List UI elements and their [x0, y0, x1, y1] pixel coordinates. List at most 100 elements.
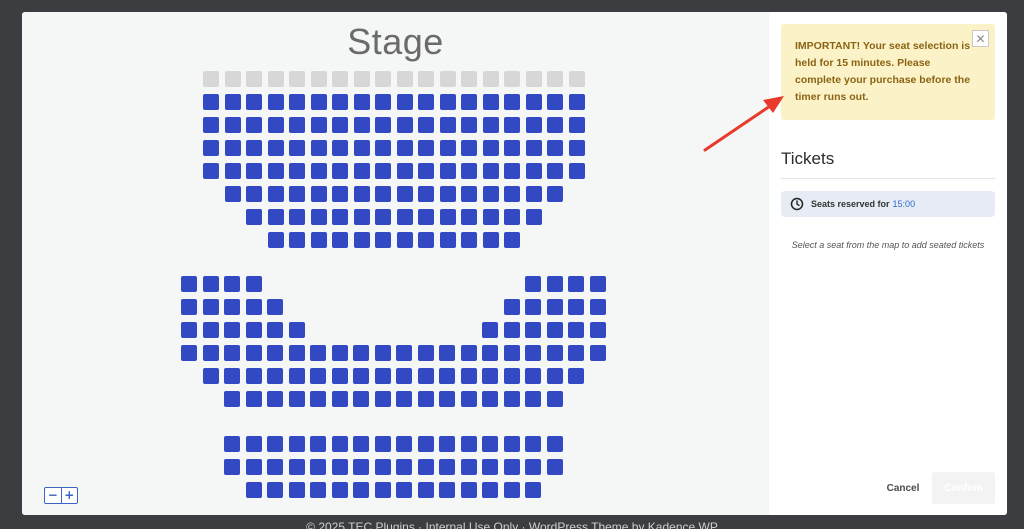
seat[interactable]: [246, 140, 262, 156]
seat[interactable]: [203, 140, 219, 156]
seat[interactable]: [224, 276, 240, 292]
seat[interactable]: [353, 482, 369, 498]
seat[interactable]: [439, 232, 456, 248]
seat[interactable]: [202, 322, 219, 338]
confirm-button[interactable]: Confirm: [932, 472, 995, 504]
seat[interactable]: [547, 94, 563, 110]
seat[interactable]: [482, 391, 498, 407]
seat[interactable]: [461, 232, 477, 248]
seat[interactable]: [289, 186, 305, 202]
seat[interactable]: [482, 482, 498, 498]
seat[interactable]: [503, 436, 520, 452]
seat[interactable]: [525, 322, 541, 338]
seat[interactable]: [331, 391, 348, 407]
seat[interactable]: [482, 209, 499, 225]
seat[interactable]: [460, 345, 477, 361]
seat[interactable]: [310, 140, 327, 156]
seat[interactable]: [374, 482, 391, 498]
seat[interactable]: [418, 209, 434, 225]
seat[interactable]: [267, 391, 283, 407]
seat[interactable]: [310, 186, 327, 202]
seat[interactable]: [245, 322, 262, 338]
seat[interactable]: [332, 140, 348, 156]
seat[interactable]: [546, 436, 563, 452]
seat[interactable]: [353, 117, 370, 133]
seat[interactable]: [503, 459, 520, 475]
seat[interactable]: [461, 163, 477, 179]
seat[interactable]: [568, 94, 585, 110]
seat[interactable]: [547, 163, 563, 179]
seat[interactable]: [245, 299, 262, 315]
seat[interactable]: [267, 117, 284, 133]
seat[interactable]: [353, 436, 369, 452]
seat[interactable]: [288, 345, 305, 361]
seat[interactable]: [353, 186, 370, 202]
seat[interactable]: [353, 345, 369, 361]
seat[interactable]: [245, 391, 262, 407]
seat[interactable]: [353, 163, 370, 179]
seat[interactable]: [482, 232, 499, 248]
seat[interactable]: [288, 482, 305, 498]
seat[interactable]: [246, 163, 262, 179]
seat[interactable]: [525, 345, 541, 361]
seat[interactable]: [396, 209, 413, 225]
seat[interactable]: [482, 94, 499, 110]
seat[interactable]: [547, 117, 563, 133]
seat[interactable]: [439, 345, 455, 361]
seat[interactable]: [267, 299, 283, 315]
seat[interactable]: [482, 140, 499, 156]
seat[interactable]: [439, 140, 456, 156]
seat[interactable]: [375, 94, 391, 110]
seat[interactable]: [331, 436, 348, 452]
seat[interactable]: [288, 459, 305, 475]
seat[interactable]: [439, 94, 456, 110]
seat[interactable]: [267, 186, 284, 202]
seat[interactable]: [589, 322, 606, 338]
seat[interactable]: [525, 117, 542, 133]
seat[interactable]: [224, 436, 240, 452]
seat[interactable]: [246, 209, 262, 225]
seat[interactable]: [547, 140, 563, 156]
seat[interactable]: [310, 345, 326, 361]
seat[interactable]: [417, 345, 434, 361]
seat[interactable]: [353, 94, 370, 110]
seat[interactable]: [503, 368, 520, 384]
seat[interactable]: [568, 276, 584, 292]
seat[interactable]: [396, 117, 413, 133]
seat[interactable]: [289, 163, 305, 179]
seat[interactable]: [224, 368, 240, 384]
seat[interactable]: [267, 140, 284, 156]
seat[interactable]: [310, 436, 326, 452]
seat[interactable]: [504, 163, 520, 179]
seat[interactable]: [267, 368, 283, 384]
seat[interactable]: [525, 276, 541, 292]
seat[interactable]: [375, 186, 391, 202]
seat[interactable]: [396, 186, 413, 202]
seat[interactable]: [568, 322, 584, 338]
seat[interactable]: [525, 140, 542, 156]
seat[interactable]: [461, 209, 477, 225]
seat[interactable]: [504, 186, 520, 202]
seat[interactable]: [332, 94, 348, 110]
seat[interactable]: [245, 368, 262, 384]
seat[interactable]: [224, 391, 240, 407]
seat[interactable]: [504, 117, 520, 133]
seat[interactable]: [267, 345, 283, 361]
seat[interactable]: [181, 276, 197, 292]
seat[interactable]: [245, 459, 262, 475]
seat[interactable]: [461, 140, 477, 156]
seat[interactable]: [267, 459, 283, 475]
seat[interactable]: [203, 117, 219, 133]
seat[interactable]: [202, 299, 219, 315]
seat[interactable]: [568, 140, 585, 156]
seat[interactable]: [245, 482, 262, 498]
seat[interactable]: [568, 117, 585, 133]
seat[interactable]: [396, 482, 412, 498]
seat[interactable]: [568, 299, 584, 315]
seat[interactable]: [289, 94, 305, 110]
seat[interactable]: [482, 117, 499, 133]
seat[interactable]: [525, 299, 541, 315]
seat[interactable]: [246, 186, 262, 202]
seat[interactable]: [503, 299, 520, 315]
seat[interactable]: [246, 94, 262, 110]
